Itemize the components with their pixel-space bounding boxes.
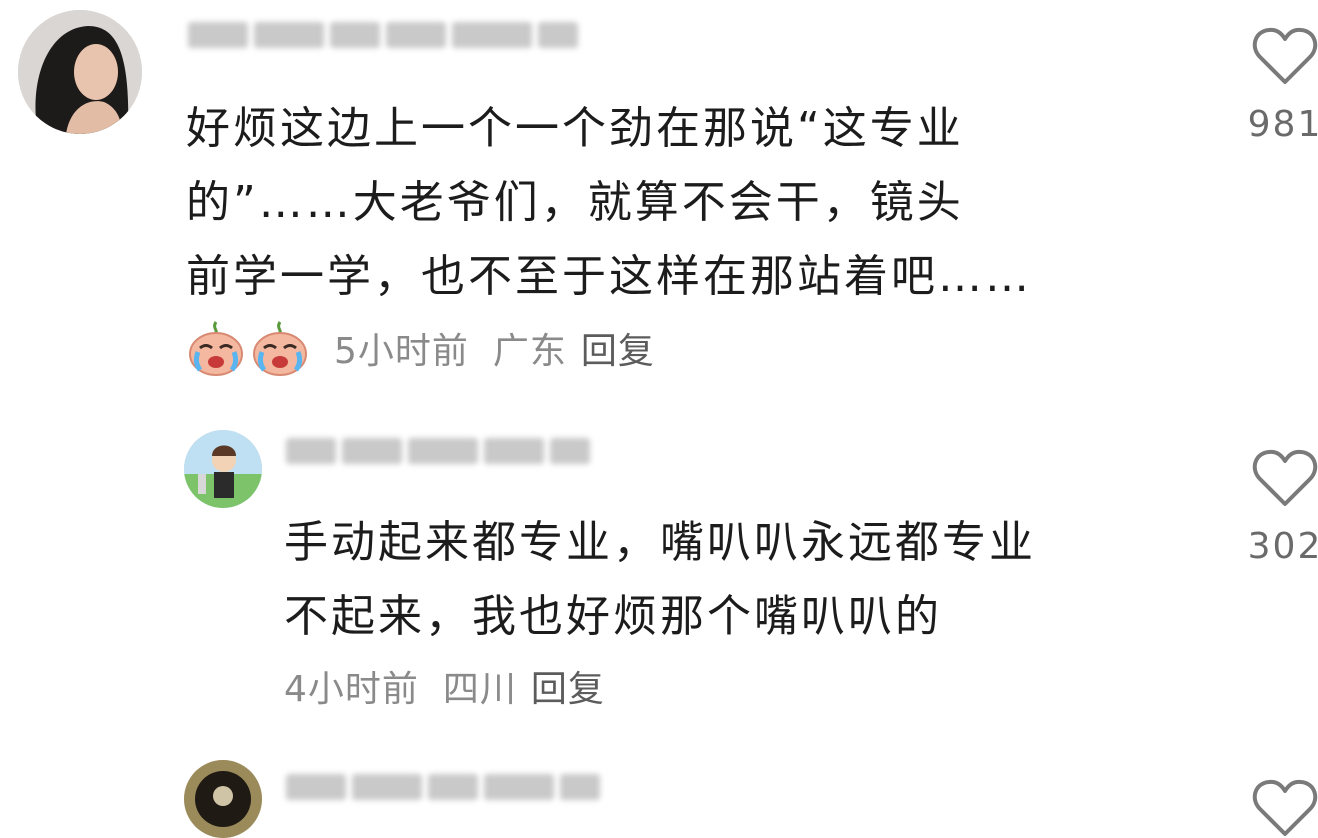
like-count: 981 xyxy=(1247,104,1318,145)
user-photo-icon xyxy=(18,10,142,134)
comments-page: 好烦这边上一个一个劲在那说“这专业 的”……大老爷们，就算不会干，镜头 前学一学… xyxy=(0,0,1318,838)
dark-avatar-icon xyxy=(184,760,262,838)
cartoon-avatar-icon xyxy=(184,430,262,508)
reply-button[interactable]: 回复 xyxy=(531,660,605,712)
comment-location: 广东 xyxy=(492,331,567,372)
like-button[interactable]: 981 xyxy=(1247,26,1318,145)
like-button[interactable]: 302 xyxy=(1247,448,1318,567)
like-button[interactable] xyxy=(1250,778,1318,838)
avatar[interactable] xyxy=(184,430,262,508)
comment-location: 四川 xyxy=(442,669,517,710)
avatar[interactable] xyxy=(184,760,262,838)
heart-outline-icon xyxy=(1252,27,1318,84)
heart-outline-icon xyxy=(1252,449,1318,506)
comment-meta: 5小时前 广东 回复 xyxy=(186,316,655,380)
heart-outline-icon xyxy=(1252,779,1318,836)
comment-text: 好烦这边上一个一个劲在那说“这专业 的”……大老爷们，就算不会干，镜头 前学一学… xyxy=(186,103,1032,302)
like-count: 302 xyxy=(1247,526,1318,567)
username-blurred xyxy=(286,436,590,466)
crying-face-icon xyxy=(186,318,246,378)
comment-meta: 4小时前 四川 回复 xyxy=(284,656,605,716)
username-blurred xyxy=(286,772,600,802)
comment-time: 5小时前 xyxy=(334,331,469,372)
avatar[interactable] xyxy=(18,10,142,134)
comment-time: 4小时前 xyxy=(284,669,419,710)
crying-face-icon xyxy=(250,318,310,378)
reply-button[interactable]: 回复 xyxy=(581,322,655,374)
username-blurred xyxy=(188,20,578,50)
comment-text: 手动起来都专业，嘴叭叭永远都专业 不起来，我也好烦那个嘴叭叭的 xyxy=(284,517,1036,642)
